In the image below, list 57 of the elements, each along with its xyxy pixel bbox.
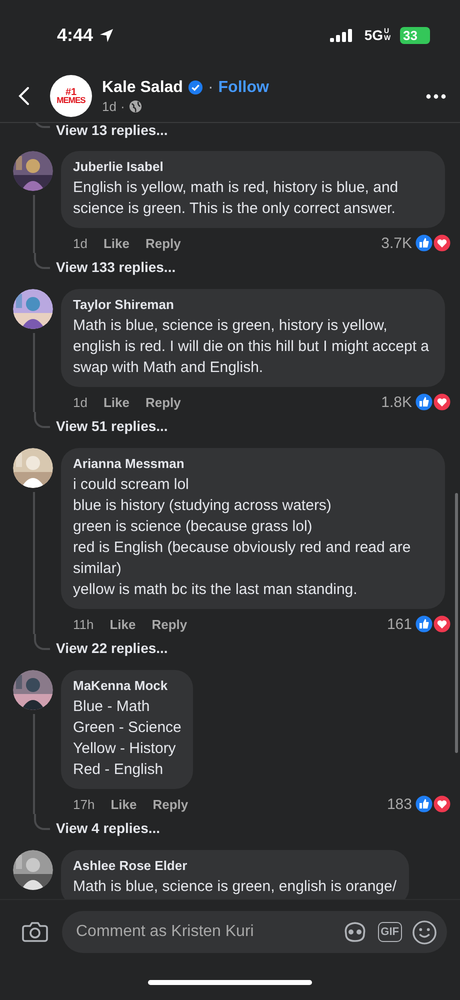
like-link[interactable]: Like: [103, 394, 130, 410]
page-name[interactable]: Kale Salad: [102, 78, 183, 96]
globe-icon: [128, 100, 142, 112]
home-indicator[interactable]: [148, 980, 312, 984]
comment-text: Math is blue, science is green, history is yellow, english is red. I will die on this hill but I might accept a swap with Math and English.: [73, 316, 430, 378]
reaction-icons[interactable]: [414, 794, 452, 814]
comment-author[interactable]: Juberlie Isabel: [73, 159, 433, 174]
verified-badge-icon: [188, 80, 203, 95]
like-link[interactable]: Like: [103, 236, 130, 250]
view-replies-link[interactable]: View 22 replies...: [56, 640, 168, 656]
comment-age: 11h: [73, 616, 94, 632]
back-icon[interactable]: [18, 86, 30, 106]
reply-link[interactable]: Reply: [145, 394, 181, 410]
comment-text: English is yellow, math is red, history is blue, and science is green. This is the only correct answer.: [73, 178, 400, 219]
separator-dot: ·: [208, 78, 214, 96]
reaction-count: 161: [386, 616, 412, 632]
view-replies-link[interactable]: View 4 replies...: [56, 820, 160, 836]
reaction-icons[interactable]: [414, 614, 452, 634]
location-arrow-icon: [99, 28, 114, 42]
comment-author[interactable]: Ashlee Rose Elder: [73, 858, 397, 873]
view-replies-link[interactable]: View 133 replies...: [56, 259, 176, 275]
follow-link[interactable]: Follow: [218, 78, 269, 96]
reply-link[interactable]: Reply: [152, 616, 188, 632]
comment-author[interactable]: Taylor Shireman: [73, 297, 433, 312]
reaction-count: 183: [386, 796, 412, 812]
signal-icon: [330, 28, 352, 42]
comment-age: 1d: [73, 236, 88, 250]
logo-text: #1: [65, 88, 77, 97]
gif-button[interactable]: GIF: [378, 922, 402, 942]
reaction-icons[interactable]: [414, 392, 452, 412]
comment-author[interactable]: Arianna Messman: [73, 456, 433, 471]
clock-time: 4:44: [57, 24, 94, 46]
scrollbar[interactable]: [455, 493, 458, 753]
reaction-count: 1.8K: [381, 394, 412, 410]
separator-dot: ·: [120, 98, 125, 114]
camera-icon[interactable]: [22, 921, 48, 943]
comment-age: 1d: [73, 394, 88, 410]
view-replies-link[interactable]: View 51 replies...: [56, 418, 168, 434]
emoji-icon[interactable]: [412, 920, 437, 944]
logo-text: MEMES: [56, 96, 86, 104]
view-replies-link[interactable]: View 13 replies...: [56, 123, 168, 138]
battery-level: 33: [400, 26, 430, 44]
reply-link[interactable]: Reply: [152, 796, 188, 812]
more-options-icon[interactable]: [426, 94, 446, 98]
like-link[interactable]: Like: [110, 796, 137, 812]
reply-link[interactable]: Reply: [145, 236, 181, 250]
reaction-count: 3.7K: [381, 234, 412, 252]
comment-text: Math is blue, science is green, english is orange/: [73, 877, 397, 897]
comment-age: 17h: [73, 796, 95, 812]
comment-author[interactable]: MaKenna Mock: [73, 678, 182, 693]
comment-text: i could scream lol blue is history (studying across waters) green is science (because grass lol) red is English (because obviously red and read are similar) yellow is math bc its the last man standing.: [73, 475, 412, 600]
comment-text: Blue - Math Green - Science Yellow - History Red - English: [73, 697, 182, 780]
like-link[interactable]: Like: [110, 616, 136, 632]
reaction-icons[interactable]: [414, 233, 452, 253]
network-label: 5G: [364, 27, 383, 43]
comment-input-field[interactable]: Comment as Kristen Kuri GIF: [62, 911, 447, 953]
post-age: 1d: [102, 98, 116, 114]
